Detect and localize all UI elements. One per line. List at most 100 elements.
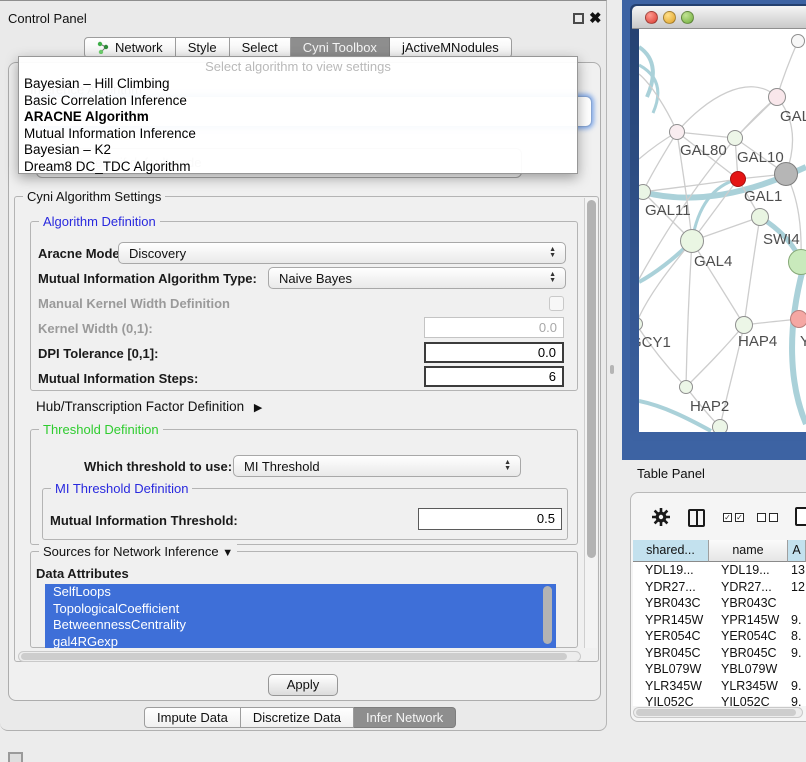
settings-group-title: Cyni Algorithm Settings xyxy=(23,189,165,204)
scrollbar-thumb[interactable] xyxy=(21,653,567,660)
mi-type-combo[interactable]: Naive Bayes ▲▼ xyxy=(268,267,566,289)
manual-kernel-checkbox[interactable] xyxy=(549,296,564,311)
node-gal10[interactable] xyxy=(727,130,743,146)
node-label: HAP4 xyxy=(738,333,777,350)
zoom-traffic-light[interactable] xyxy=(681,11,694,24)
settings-horizontal-scrollbar[interactable] xyxy=(18,651,581,662)
sources-group-title[interactable]: Sources for Network Inference ▼ xyxy=(39,544,237,559)
tab-discretize-data[interactable]: Discretize Data xyxy=(241,707,354,728)
table-row[interactable]: YLR345WYLR345W9. xyxy=(633,678,806,695)
dropdown-item[interactable]: Basic Correlation Inference xyxy=(19,92,577,109)
node-gal80[interactable] xyxy=(669,124,685,140)
node-label: Y xyxy=(800,333,806,350)
combo-arrows-icon: ▲▼ xyxy=(549,247,556,259)
dropdown-item[interactable]: Dream8 DC_TDC Algorithm xyxy=(19,158,577,175)
gear-icon[interactable] xyxy=(651,507,671,532)
table-row[interactable]: YDL19...YDL19...13 xyxy=(633,562,806,579)
dpi-tolerance-label: DPI Tolerance [0,1]: xyxy=(38,346,158,361)
kernel-width-field[interactable]: 0.0 xyxy=(424,317,564,338)
node-salmon[interactable] xyxy=(790,310,806,328)
column-header-shared[interactable]: shared... xyxy=(633,540,709,562)
node-swi4[interactable] xyxy=(751,208,769,226)
hub-definition-label: Hub/Transcription Factor Definition xyxy=(36,399,244,414)
list-item[interactable]: gal4RGexp xyxy=(45,634,556,649)
node-label: GCY1 xyxy=(639,334,671,351)
float-window-icon[interactable] xyxy=(573,13,584,24)
mi-steps-label: Mutual Information Steps: xyxy=(38,371,198,386)
list-item[interactable]: BetweennessCentrality xyxy=(45,617,556,634)
list-item[interactable]: TopologicalCoefficient xyxy=(45,601,556,618)
table-row[interactable]: YER054CYER054C8. xyxy=(633,628,806,645)
dpi-tolerance-field[interactable]: 0.0 xyxy=(424,342,564,363)
network-canvas[interactable]: GAL GAL80 GAL10 GAL1 GAL11 SWI4 GAL4 GCY… xyxy=(639,29,806,432)
minimized-panel-icon[interactable] xyxy=(8,752,23,762)
column-header-name[interactable]: name xyxy=(709,540,788,562)
tab-jactivemnodules[interactable]: jActiveMNodules xyxy=(390,37,512,58)
dropdown-item[interactable]: Bayesian – K2 xyxy=(19,141,577,158)
scrollbar-thumb[interactable] xyxy=(587,200,596,558)
mi-steps-field[interactable]: 6 xyxy=(424,366,564,387)
node-hap2[interactable] xyxy=(679,380,693,394)
table-row[interactable]: YBL079WYBL079W xyxy=(633,661,806,678)
apply-button[interactable]: Apply xyxy=(268,674,338,696)
data-attributes-label: Data Attributes xyxy=(36,566,129,581)
node-label: HAP2 xyxy=(690,398,729,415)
node-gal1-red[interactable] xyxy=(730,171,746,187)
dropdown-item[interactable]: Bayesian – Hill Climbing xyxy=(19,75,577,92)
which-threshold-value: MI Threshold xyxy=(244,459,320,474)
which-threshold-combo[interactable]: MI Threshold ▲▼ xyxy=(233,455,521,477)
tab-impute-data[interactable]: Impute Data xyxy=(144,707,241,728)
mi-threshold-label: Mutual Information Threshold: xyxy=(50,513,238,528)
close-traffic-light[interactable] xyxy=(645,11,658,24)
control-panel-tabs: Network Style Select Cyni Toolbox jActiv… xyxy=(84,37,512,58)
dropdown-item-aracne[interactable]: ARACNE Algorithm xyxy=(19,108,577,125)
table-row[interactable]: YDR27...YDR27...12 xyxy=(633,579,806,596)
tab-select[interactable]: Select xyxy=(230,37,291,58)
table-row[interactable]: YBR043CYBR043C xyxy=(633,595,806,612)
collapsed-arrow-icon: ▶ xyxy=(254,402,262,414)
node-label: GAL80 xyxy=(680,142,727,159)
node-label: GAL10 xyxy=(737,149,784,166)
node-partial-bottom[interactable] xyxy=(712,419,728,432)
control-panel-titlebar xyxy=(0,0,607,22)
aracne-mode-label: Aracne Mode: xyxy=(38,246,124,261)
table-row[interactable]: YIL052CYIL052C9. xyxy=(633,694,806,706)
minimize-traffic-light[interactable] xyxy=(663,11,676,24)
node-partial-top[interactable] xyxy=(791,34,805,48)
panel-splitter-handle[interactable] xyxy=(610,365,614,374)
scrollbar-thumb[interactable] xyxy=(636,709,796,716)
node-label: GAL11 xyxy=(645,202,691,219)
table-row[interactable]: YPR145WYPR145W9. xyxy=(633,612,806,629)
table-panel-title: Table Panel xyxy=(637,466,705,481)
mi-type-label: Mutual Information Algorithm Type: xyxy=(38,271,257,286)
tab-network[interactable]: Network xyxy=(84,37,176,58)
network-tab-icon xyxy=(97,41,110,54)
tab-style[interactable]: Style xyxy=(176,37,230,58)
combo-arrows-icon: ▲▼ xyxy=(549,272,556,284)
close-icon[interactable]: ✖ xyxy=(589,9,602,27)
unchecked-boxes-icon[interactable] xyxy=(757,513,778,522)
node-hap4[interactable] xyxy=(735,316,753,334)
settings-vertical-scrollbar[interactable] xyxy=(584,198,597,648)
tab-infer-network[interactable]: Infer Network xyxy=(354,707,456,728)
list-scrollbar-thumb[interactable] xyxy=(543,586,552,644)
table-horizontal-scrollbar[interactable] xyxy=(633,707,803,718)
control-panel-title: Control Panel xyxy=(8,11,87,26)
node-gal4[interactable] xyxy=(680,229,704,253)
list-item[interactable]: SelfLoops xyxy=(45,584,556,601)
hub-definition-disclosure[interactable]: Hub/Transcription Factor Definition ▶ xyxy=(36,399,262,414)
column-header-partial[interactable]: A xyxy=(788,540,806,562)
checked-boxes-icon[interactable]: ✓✓ xyxy=(723,513,744,522)
document-icon[interactable] xyxy=(795,507,806,526)
node-gal7[interactable] xyxy=(768,88,786,106)
bottom-tabs: Impute Data Discretize Data Infer Networ… xyxy=(144,707,456,728)
network-window-titlebar[interactable] xyxy=(632,6,806,29)
split-column-icon[interactable] xyxy=(688,509,705,527)
tab-cyni-toolbox[interactable]: Cyni Toolbox xyxy=(291,37,390,58)
table-row[interactable]: YBR045CYBR045C9. xyxy=(633,645,806,662)
aracne-mode-combo[interactable]: Discovery ▲▼ xyxy=(118,242,566,264)
aracne-mode-value: Discovery xyxy=(129,246,186,261)
kernel-width-label: Kernel Width (0,1): xyxy=(38,321,153,336)
mi-threshold-field[interactable]: 0.5 xyxy=(418,508,562,530)
dropdown-item[interactable]: Mutual Information Inference xyxy=(19,125,577,142)
